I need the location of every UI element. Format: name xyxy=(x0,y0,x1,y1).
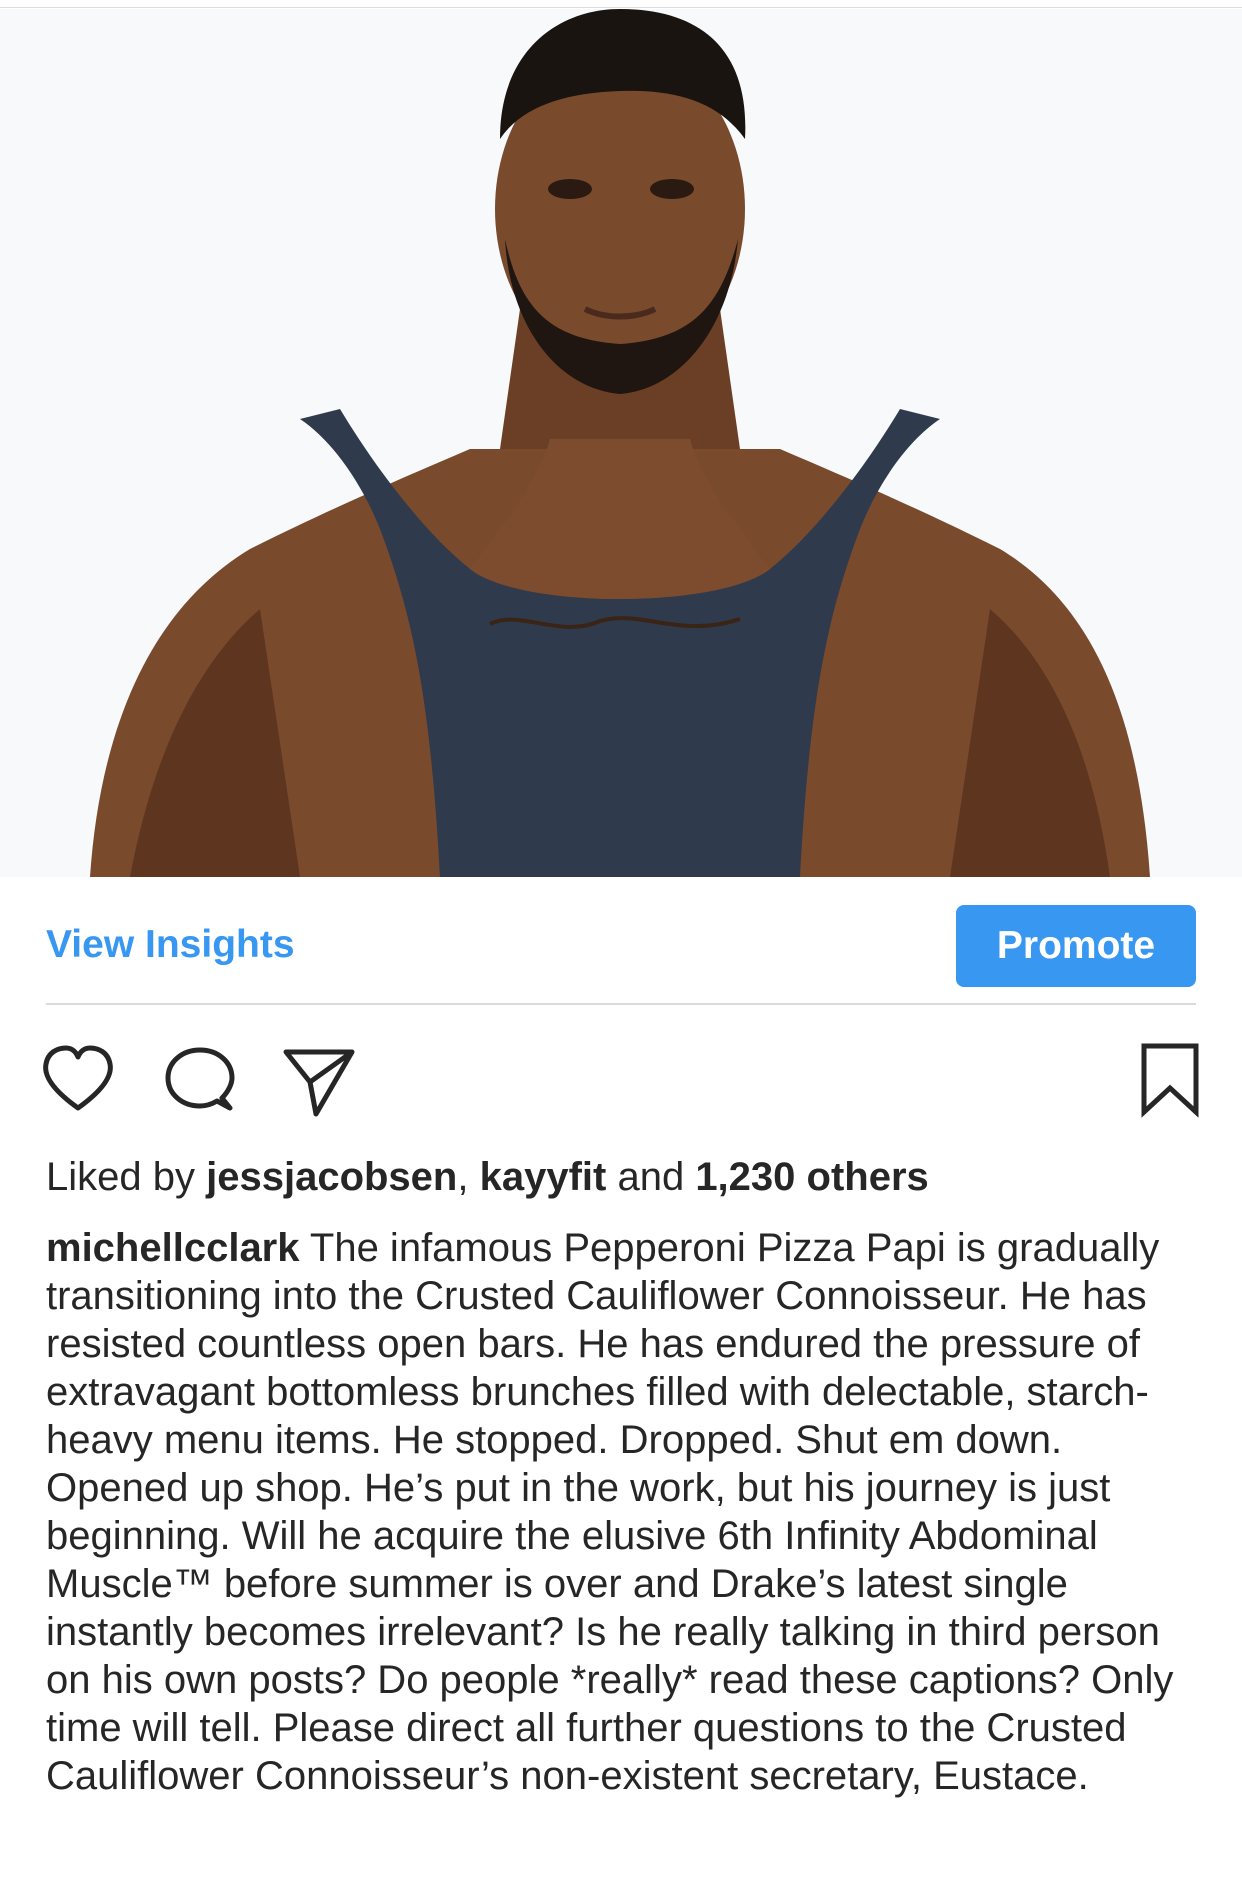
share-icon[interactable] xyxy=(280,1042,360,1122)
post-photo[interactable] xyxy=(0,9,1242,877)
comment-icon[interactable] xyxy=(162,1042,242,1122)
likes-count[interactable]: 1,230 others xyxy=(695,1155,928,1199)
liker-username[interactable]: jessjacobsen xyxy=(206,1155,457,1199)
likes-summary[interactable]: Liked by jessjacobsen, kayyfit and 1,230… xyxy=(46,1155,929,1200)
heart-icon[interactable] xyxy=(40,1042,120,1122)
top-divider xyxy=(0,0,1242,8)
bookmark-icon[interactable] xyxy=(1138,1042,1218,1122)
liker-username[interactable]: kayyfit xyxy=(480,1155,607,1199)
post-caption: michellcclark The infamous Pepperoni Piz… xyxy=(46,1224,1206,1800)
likes-separator: , xyxy=(457,1155,480,1199)
caption-username[interactable]: michellcclark xyxy=(46,1226,300,1270)
caption-text: The infamous Pepperoni Pizza Papi is gra… xyxy=(46,1226,1174,1798)
portrait-illustration xyxy=(0,9,1242,877)
insights-bar: View Insights Promote xyxy=(46,903,1196,1005)
post-actions xyxy=(40,1042,1202,1122)
likes-prefix: Liked by xyxy=(46,1155,207,1199)
promote-button[interactable]: Promote xyxy=(956,905,1196,987)
view-insights-link[interactable]: View Insights xyxy=(46,923,295,967)
likes-conjunction: and xyxy=(606,1155,696,1199)
